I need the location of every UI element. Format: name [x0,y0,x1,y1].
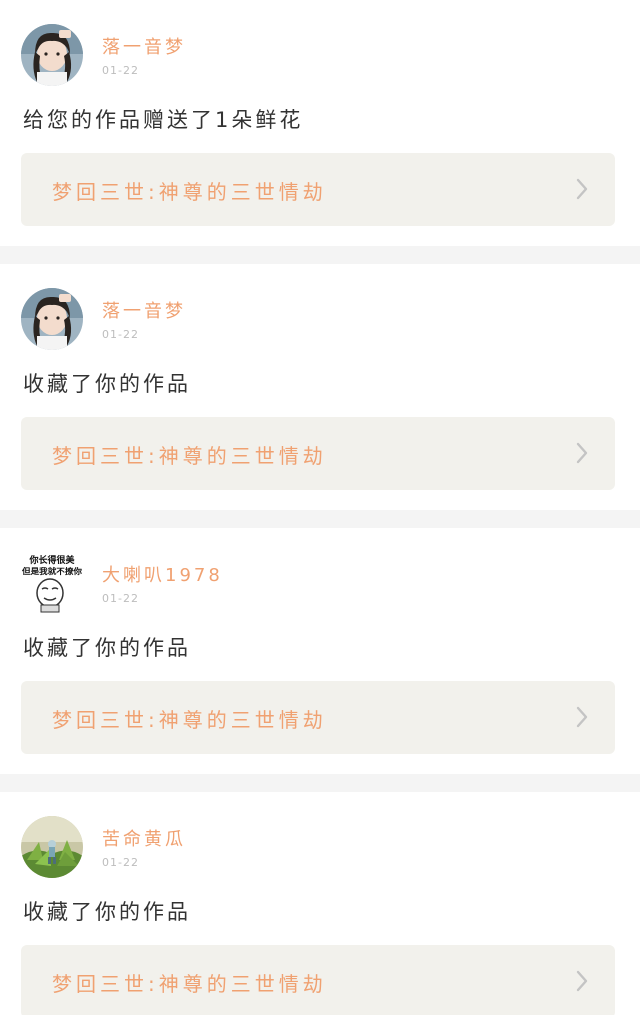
card-divider [0,510,640,528]
activity-date: 01-22 [102,64,139,77]
card-divider [0,246,640,264]
activity-date: 01-22 [102,856,139,869]
avatar[interactable] [21,816,83,878]
chevron-right-icon [576,706,588,728]
avatar[interactable] [21,288,83,350]
work-title: 梦回三世:神尊的三世情劫 [52,444,327,468]
work-link[interactable]: 梦回三世:神尊的三世情劫 [21,945,615,1015]
work-link[interactable]: 梦回三世:神尊的三世情劫 [21,681,615,754]
work-title: 梦回三世:神尊的三世情劫 [52,708,327,732]
work-title: 梦回三世:神尊的三世情劫 [52,180,327,204]
user-name[interactable]: 苦命黄瓜 [102,825,186,851]
activity-card: 落一音梦 01-22 给您的作品赠送了1朵鲜花 梦回三世:神尊的三世情劫 [0,0,640,246]
user-name[interactable]: 落一音梦 [102,297,186,323]
work-link[interactable]: 梦回三世:神尊的三世情劫 [21,153,615,226]
activity-card: 苦命黄瓜 01-22 收藏了你的作品 梦回三世:神尊的三世情劫 [0,792,640,1015]
activity-text: 给您的作品赠送了1朵鲜花 [23,108,304,132]
activity-text: 收藏了你的作品 [23,900,191,924]
activity-card: 你长得很美 但是我就不撩你 大喇叭1978 01-22 收藏了你的作品 梦回三世… [0,528,640,774]
activity-card: 落一音梦 01-22 收藏了你的作品 梦回三世:神尊的三世情劫 [0,264,640,510]
girl-portrait-avatar-icon [21,24,83,86]
girl-portrait-avatar-icon [21,288,83,350]
chevron-right-icon [576,970,588,992]
activity-date: 01-22 [102,328,139,341]
meme-face-avatar-icon: 你长得很美 但是我就不撩你 [21,552,83,614]
card-divider [0,774,640,792]
user-name[interactable]: 大喇叭1978 [102,561,223,587]
activity-text: 收藏了你的作品 [23,372,191,396]
meme-caption-line2: 但是我就不撩你 [21,566,82,576]
work-link[interactable]: 梦回三世:神尊的三世情劫 [21,417,615,490]
meme-caption-line1: 你长得很美 [28,554,75,566]
chevron-right-icon [576,178,588,200]
chevron-right-icon [576,442,588,464]
plant-figurine-avatar-icon [21,816,83,878]
work-title: 梦回三世:神尊的三世情劫 [52,972,327,996]
avatar[interactable] [21,24,83,86]
user-name[interactable]: 落一音梦 [102,33,186,59]
activity-feed: 落一音梦 01-22 给您的作品赠送了1朵鲜花 梦回三世:神尊的三世情劫 落一音… [0,0,640,1015]
avatar[interactable]: 你长得很美 但是我就不撩你 [21,552,83,614]
activity-text: 收藏了你的作品 [23,636,191,660]
activity-date: 01-22 [102,592,139,605]
